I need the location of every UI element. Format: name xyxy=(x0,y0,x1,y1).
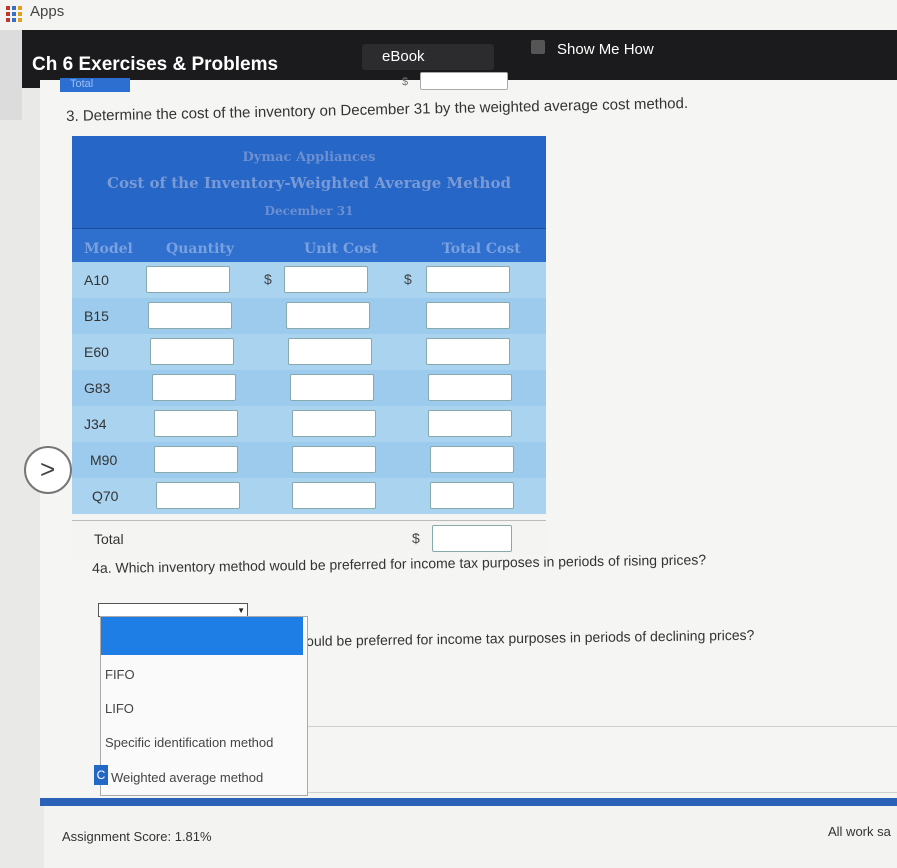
total-cost-input[interactable] xyxy=(426,338,510,365)
apps-bar: Apps xyxy=(0,0,897,30)
quantity-input[interactable] xyxy=(154,446,238,473)
next-arrow-button[interactable]: > xyxy=(24,446,72,494)
caret-down-icon: ▼ xyxy=(237,606,245,615)
model-cell: A10 xyxy=(84,272,109,288)
dropdown-list: FIFO LIFO Specific identification method… xyxy=(100,616,308,796)
total-cost-input[interactable] xyxy=(428,374,512,401)
divider xyxy=(306,726,897,727)
total-dollar-sign: $ xyxy=(412,530,420,546)
total-row: Total $ xyxy=(72,520,546,554)
quantity-input[interactable] xyxy=(148,302,232,329)
side-panel xyxy=(0,30,22,120)
model-cell: J34 xyxy=(84,416,107,432)
table-subtitle: Cost of the Inventory-Weighted Average M… xyxy=(107,174,511,192)
unit-cost-input[interactable] xyxy=(286,302,370,329)
dropdown-option-lifo[interactable]: LIFO xyxy=(105,701,134,716)
total-cost-input[interactable] xyxy=(428,410,512,437)
inventory-method-select[interactable]: ▼ xyxy=(98,603,248,617)
table-row: G83 xyxy=(72,370,546,406)
model-cell: B15 xyxy=(84,308,109,324)
total-label: Total xyxy=(94,531,124,547)
quantity-input[interactable] xyxy=(146,266,230,293)
unit-cost-input[interactable] xyxy=(288,338,372,365)
dropdown-option-blank[interactable] xyxy=(101,617,303,655)
model-cell: Q70 xyxy=(92,488,119,504)
column-header-row: Model Quantity Unit Cost Total Cost xyxy=(72,228,546,262)
hidden-option-letter: C xyxy=(94,765,108,785)
apps-label[interactable]: Apps xyxy=(30,3,64,20)
all-work-saved: All work sa xyxy=(828,824,891,839)
unit-cost-input[interactable] xyxy=(292,446,376,473)
col-total-cost: Total Cost xyxy=(442,241,521,257)
model-cell: E60 xyxy=(84,344,109,360)
col-quantity: Quantity xyxy=(166,241,235,257)
total-cost-input[interactable] xyxy=(430,482,514,509)
table-date: December 31 xyxy=(264,204,354,218)
model-cell: G83 xyxy=(84,380,111,396)
footer-band xyxy=(40,798,897,806)
prev-dollar: $ xyxy=(402,76,409,88)
unit-dollar-sign: $ xyxy=(264,271,272,287)
quantity-input[interactable] xyxy=(156,482,240,509)
inventory-table: Dymac Appliances Cost of the Inventory-W… xyxy=(72,136,546,556)
total-dollar-sign: $ xyxy=(404,271,412,287)
total-cost-input[interactable] xyxy=(426,302,510,329)
total-cost-input[interactable] xyxy=(430,446,514,473)
table-header: Dymac Appliances Cost of the Inventory-W… xyxy=(72,136,546,262)
col-unit-cost: Unit Cost xyxy=(304,241,378,257)
page-title: Ch 6 Exercises & Problems xyxy=(32,54,279,75)
unit-cost-input[interactable] xyxy=(292,482,376,509)
apps-grid-icon[interactable] xyxy=(6,6,22,22)
col-model: Model xyxy=(84,241,133,257)
unit-cost-input[interactable] xyxy=(290,374,374,401)
company-name: Dymac Appliances xyxy=(242,150,376,165)
quantity-input[interactable] xyxy=(152,374,236,401)
table-row: J34 xyxy=(72,406,546,442)
table-row: B15 xyxy=(72,298,546,334)
chevron-right-icon: > xyxy=(40,454,56,484)
prev-total-label: Total xyxy=(60,78,130,92)
quantity-input[interactable] xyxy=(154,410,238,437)
ebook-button[interactable]: eBook xyxy=(382,48,425,65)
table-row: A10 $ $ xyxy=(72,262,546,298)
show-me-how-icon[interactable] xyxy=(531,40,545,54)
unit-cost-input[interactable] xyxy=(284,266,368,293)
quantity-input[interactable] xyxy=(150,338,234,365)
table-row: M90 xyxy=(72,442,546,478)
model-cell: M90 xyxy=(90,452,118,468)
assignment-score: Assignment Score: 1.81% xyxy=(62,829,212,844)
show-me-how-button[interactable]: Show Me How xyxy=(557,41,654,58)
total-cost-input[interactable] xyxy=(426,266,510,293)
dropdown-option-weighted[interactable]: Weighted average method xyxy=(111,770,263,785)
table-row: Q70 xyxy=(72,478,546,514)
table-row: E60 xyxy=(72,334,546,370)
unit-cost-input[interactable] xyxy=(292,410,376,437)
dropdown-option-fifo[interactable]: FIFO xyxy=(105,667,135,682)
grand-total-input[interactable] xyxy=(432,525,512,552)
dropdown-option-specific[interactable]: Specific identification method xyxy=(105,735,273,750)
divider xyxy=(306,792,897,793)
prev-total-input[interactable] xyxy=(420,72,508,90)
